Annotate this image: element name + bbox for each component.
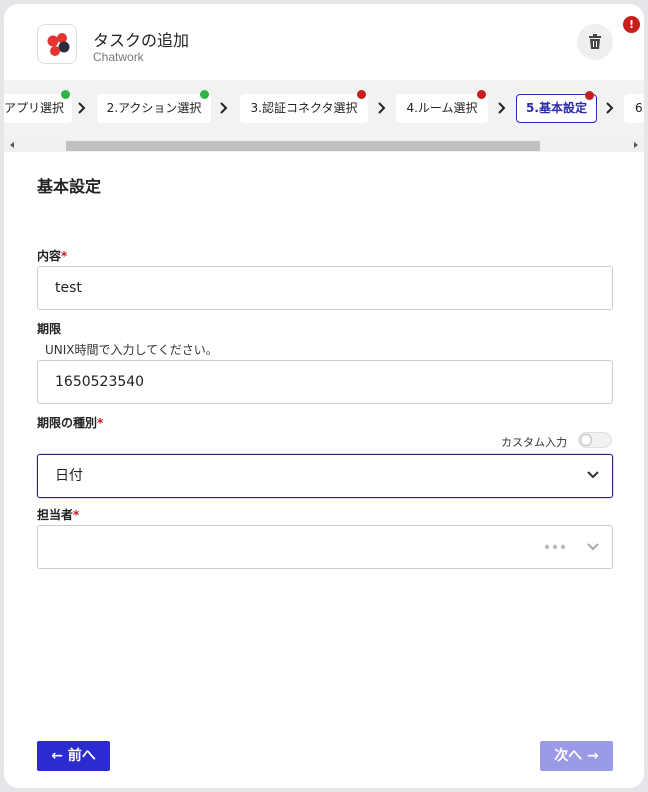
app-name: Chatwork [93, 50, 144, 64]
chevron-right-icon [606, 102, 614, 114]
step-label: 4.ルーム選択 [406, 101, 478, 115]
task-add-panel: ! タスクの追加 Chatwork アプリ選択 2.アクション選択 3.認証コネ… [4, 4, 644, 788]
deadline-type-value: 日付 [55, 468, 83, 484]
delete-button[interactable] [577, 24, 613, 60]
check-icon [61, 90, 70, 99]
check-icon [200, 90, 209, 99]
step-navigation: アプリ選択 2.アクション選択 3.認証コネクタ選択 4.ルーム選択 5.基本設… [4, 80, 644, 140]
scroll-right-icon[interactable] [634, 142, 638, 148]
scroll-left-icon[interactable] [10, 142, 14, 148]
error-icon [357, 90, 366, 99]
step-room-select[interactable]: 4.ルーム選択 [396, 90, 488, 123]
chevron-right-icon [378, 102, 386, 114]
scroll-thumb[interactable] [66, 141, 540, 151]
custom-input-label: カスタム入力 [501, 436, 567, 449]
step-app-select[interactable]: アプリ選択 [4, 90, 72, 123]
chevron-right-icon [498, 102, 506, 114]
loading-dots-icon [544, 544, 566, 550]
chatwork-logo-icon [37, 24, 77, 64]
deadline-type-label: 期限の種別* [37, 416, 104, 430]
chevron-right-icon [78, 102, 86, 114]
step-action-select[interactable]: 2.アクション選択 [97, 90, 211, 123]
step-basic-settings[interactable]: 5.基本設定 [516, 91, 597, 123]
chevron-down-icon [587, 543, 599, 551]
chevron-right-icon [220, 102, 228, 114]
step-connector-select[interactable]: 3.認証コネクタ選択 [240, 90, 368, 123]
error-icon [585, 91, 594, 100]
step-label: 3.認証コネクタ選択 [250, 101, 358, 115]
content-label: 内容* [37, 249, 68, 263]
trash-icon [589, 34, 601, 49]
step-label: 2.アクション選択 [106, 101, 202, 115]
page-title: タスクの追加 [93, 31, 190, 50]
section-title: 基本設定 [37, 177, 102, 196]
toggle-knob [580, 434, 592, 446]
next-button[interactable]: 次へ → [540, 741, 613, 771]
deadline-label: 期限 [37, 322, 62, 336]
step-6[interactable]: 6. [624, 94, 644, 123]
deadline-input[interactable]: 1650523540 [37, 360, 613, 404]
chevron-down-icon [587, 471, 599, 479]
step-label: 5.基本設定 [526, 101, 587, 115]
alert-badge: ! [623, 16, 640, 33]
assignee-label: 担当者* [37, 508, 80, 522]
assignee-select[interactable] [37, 525, 613, 569]
step-label: アプリ選択 [4, 101, 64, 115]
deadline-hint: UNIX時間で入力してください。 [45, 343, 218, 357]
horizontal-scrollbar[interactable] [4, 139, 644, 152]
error-icon [477, 90, 486, 99]
deadline-type-select[interactable]: 日付 [37, 454, 613, 498]
prev-button[interactable]: ← 前へ [37, 741, 110, 771]
step-label: 6. [635, 101, 644, 115]
content-input[interactable]: test [37, 266, 613, 310]
custom-input-toggle[interactable] [578, 432, 612, 448]
